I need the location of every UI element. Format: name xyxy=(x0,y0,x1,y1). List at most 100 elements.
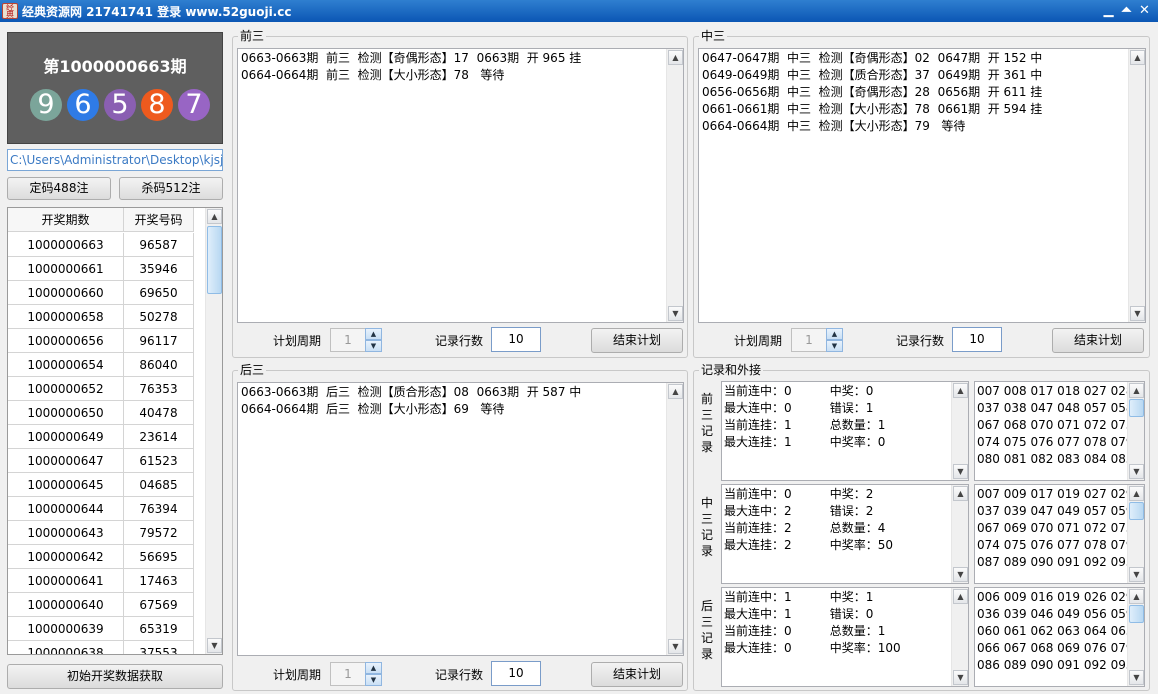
record-rows-label: 记录行数 xyxy=(435,334,484,348)
scroll-down-icon[interactable]: ▼ xyxy=(953,464,968,479)
number-cell: 96587 xyxy=(124,233,194,257)
stepper-down-icon[interactable]: ▼ xyxy=(365,674,382,686)
data-path-field[interactable]: C:\Users\Administrator\Desktop\kjsj xyxy=(7,149,223,171)
middle-numbers-box[interactable]: 007 009 017 019 027 029 037 039 047 049 … xyxy=(974,484,1145,584)
front-three-log[interactable]: 0663-0663期 前三 检测【奇偶形态】17 0663期 开 965 挂 0… xyxy=(237,48,684,323)
stepper-up-icon[interactable]: ▲ xyxy=(826,328,843,340)
result-ball: 8 xyxy=(141,89,173,121)
issue-cell: 1000000644 xyxy=(8,497,124,521)
close-icon[interactable]: ✕ xyxy=(1137,3,1152,18)
back-three-log-text: 0663-0663期 后三 检测【质合形态】08 0663期 开 587 中 0… xyxy=(241,385,582,416)
record-label-front: 前 三 记 录 xyxy=(700,392,713,454)
front-stats-box[interactable]: 当前连中：0 中奖：0 最大连中：0 错误：1 当前连挂：1 总数量：1 最大连… xyxy=(721,381,969,481)
plan-cycle-label: 计划周期 xyxy=(734,334,783,348)
issue-cell: 1000000654 xyxy=(8,353,124,377)
draw-history-table[interactable]: 开奖期数 开奖号码 1000000663 96587 1000000661 35946 10… xyxy=(7,207,223,655)
scroll-up-icon[interactable]: ▲ xyxy=(668,50,683,65)
scroll-down-icon[interactable]: ▼ xyxy=(668,639,683,654)
result-ball: 9 xyxy=(30,89,62,121)
middle-stats-box[interactable]: 当前连中：0 中奖：2 最大连中：2 错误：2 当前连挂：2 总数量：4 最大连… xyxy=(721,484,969,584)
issue-cell: 1000000658 xyxy=(8,305,124,329)
back-three-log[interactable]: 0663-0663期 后三 检测【质合形态】08 0663期 开 587 中 0… xyxy=(237,382,684,656)
plan-cycle-label: 计划周期 xyxy=(273,334,322,348)
number-cell: 76394 xyxy=(124,497,194,521)
record-rows-input[interactable]: 10 xyxy=(491,661,541,686)
scroll-down-icon[interactable]: ▼ xyxy=(1129,567,1144,582)
scroll-thumb[interactable] xyxy=(1129,605,1144,623)
stepper-down-icon[interactable]: ▼ xyxy=(365,340,382,352)
front-three-scrollbar[interactable]: ▲ ▼ xyxy=(666,49,683,322)
front-three-log-text: 0663-0663期 前三 检测【奇偶形态】17 0663期 开 965 挂 0… xyxy=(241,51,582,82)
middle-stats-scrollbar[interactable]: ▲ ▼ xyxy=(951,485,968,583)
back-numbers-box[interactable]: 006 009 016 019 026 029 036 039 046 049 … xyxy=(974,587,1145,687)
scroll-down-icon[interactable]: ▼ xyxy=(1130,306,1145,321)
number-cell: 04685 xyxy=(124,473,194,497)
scroll-down-icon[interactable]: ▼ xyxy=(207,638,222,653)
table-scrollbar[interactable]: ▲ ▼ xyxy=(205,208,222,654)
back-numbers-scrollbar[interactable]: ▲ ▼ xyxy=(1127,588,1144,686)
fixed-code-button[interactable]: 定码488注 xyxy=(7,177,111,200)
back-stats-box[interactable]: 当前连中：1 中奖：1 最大连中：1 错误：0 当前连挂：0 总数量：1 最大连… xyxy=(721,587,969,687)
scroll-down-icon[interactable]: ▼ xyxy=(1129,464,1144,479)
plan-cycle-input[interactable]: 1 xyxy=(791,328,827,352)
scroll-up-icon[interactable]: ▲ xyxy=(1129,589,1144,604)
middle-numbers-text: 007 009 017 019 027 029 037 039 047 049 … xyxy=(977,487,1134,569)
front-stats-scrollbar[interactable]: ▲ ▼ xyxy=(951,382,968,480)
scroll-up-icon[interactable]: ▲ xyxy=(1129,383,1144,398)
init-fetch-button[interactable]: 初始开奖数据获取 xyxy=(7,664,223,689)
issue-cell: 1000000650 xyxy=(8,401,124,425)
scroll-down-icon[interactable]: ▼ xyxy=(1129,670,1144,685)
issue-cell: 1000000641 xyxy=(8,569,124,593)
scroll-up-icon[interactable]: ▲ xyxy=(953,589,968,604)
scroll-up-icon[interactable]: ▲ xyxy=(207,209,222,224)
end-plan-button[interactable]: 结束计划 xyxy=(591,328,683,353)
scroll-up-icon[interactable]: ▲ xyxy=(1130,50,1145,65)
record-rows-input[interactable]: 10 xyxy=(491,327,541,352)
back-three-title: 后三 xyxy=(238,363,267,377)
front-numbers-box[interactable]: 007 008 017 018 027 028 037 038 047 048 … xyxy=(974,381,1145,481)
stepper-up-icon[interactable]: ▲ xyxy=(365,328,382,340)
number-cell: 96117 xyxy=(124,329,194,353)
back-three-scrollbar[interactable]: ▲ ▼ xyxy=(666,383,683,655)
middle-three-panel: 中三 0647-0647期 中三 检测【奇偶形态】02 0647期 开 152 … xyxy=(693,29,1150,358)
scroll-up-icon[interactable]: ▲ xyxy=(1129,486,1144,501)
middle-three-scrollbar[interactable]: ▲ ▼ xyxy=(1128,49,1145,322)
issue-cell: 1000000642 xyxy=(8,545,124,569)
scroll-thumb[interactable] xyxy=(1129,399,1144,417)
back-numbers-text: 006 009 016 019 026 029 036 039 046 049 … xyxy=(977,590,1134,672)
scroll-up-icon[interactable]: ▲ xyxy=(953,383,968,398)
number-cell: 37553 xyxy=(124,641,194,654)
scroll-up-icon[interactable]: ▲ xyxy=(953,486,968,501)
end-plan-button[interactable]: 结束计划 xyxy=(591,662,683,687)
kill-code-button[interactable]: 杀码512注 xyxy=(119,177,223,200)
record-rows-input[interactable]: 10 xyxy=(952,327,1002,352)
issue-cell: 1000000652 xyxy=(8,377,124,401)
plan-cycle-input[interactable]: 1 xyxy=(330,662,366,686)
scroll-down-icon[interactable]: ▼ xyxy=(953,567,968,582)
scroll-down-icon[interactable]: ▼ xyxy=(668,306,683,321)
stepper-up-icon[interactable]: ▲ xyxy=(365,662,382,674)
end-plan-button[interactable]: 结束计划 xyxy=(1052,328,1144,353)
title-bar: 经典资源 经典资源网 21741741 登录 www.52guoji.cc ▁ … xyxy=(0,0,1158,22)
back-stats-text: 当前连中：1 中奖：1 最大连中：1 错误：0 当前连挂：0 总数量：1 最大连… xyxy=(724,590,901,655)
plan-cycle-stepper[interactable]: ▲ ▼ xyxy=(365,662,382,686)
scroll-down-icon[interactable]: ▼ xyxy=(953,670,968,685)
scroll-thumb[interactable] xyxy=(1129,502,1144,520)
stepper-down-icon[interactable]: ▼ xyxy=(826,340,843,352)
scroll-up-icon[interactable]: ▲ xyxy=(668,384,683,399)
middle-three-title: 中三 xyxy=(699,29,728,43)
back-stats-scrollbar[interactable]: ▲ ▼ xyxy=(951,588,968,686)
result-ball: 5 xyxy=(104,89,136,121)
scroll-thumb[interactable] xyxy=(207,226,222,294)
column-header[interactable]: 开奖号码 xyxy=(124,208,194,232)
minimize-icon[interactable]: ▁ xyxy=(1101,3,1116,18)
plan-cycle-input[interactable]: 1 xyxy=(330,328,366,352)
front-numbers-scrollbar[interactable]: ▲ ▼ xyxy=(1127,382,1144,480)
plan-cycle-stepper[interactable]: ▲ ▼ xyxy=(826,328,843,352)
plan-cycle-stepper[interactable]: ▲ ▼ xyxy=(365,328,382,352)
middle-three-log[interactable]: 0647-0647期 中三 检测【奇偶形态】02 0647期 开 152 中 0… xyxy=(698,48,1146,323)
middle-numbers-scrollbar[interactable]: ▲ ▼ xyxy=(1127,485,1144,583)
restore-icon[interactable]: ⏶ xyxy=(1119,3,1134,18)
issue-cell: 1000000639 xyxy=(8,617,124,641)
column-header[interactable]: 开奖期数 xyxy=(8,208,124,232)
